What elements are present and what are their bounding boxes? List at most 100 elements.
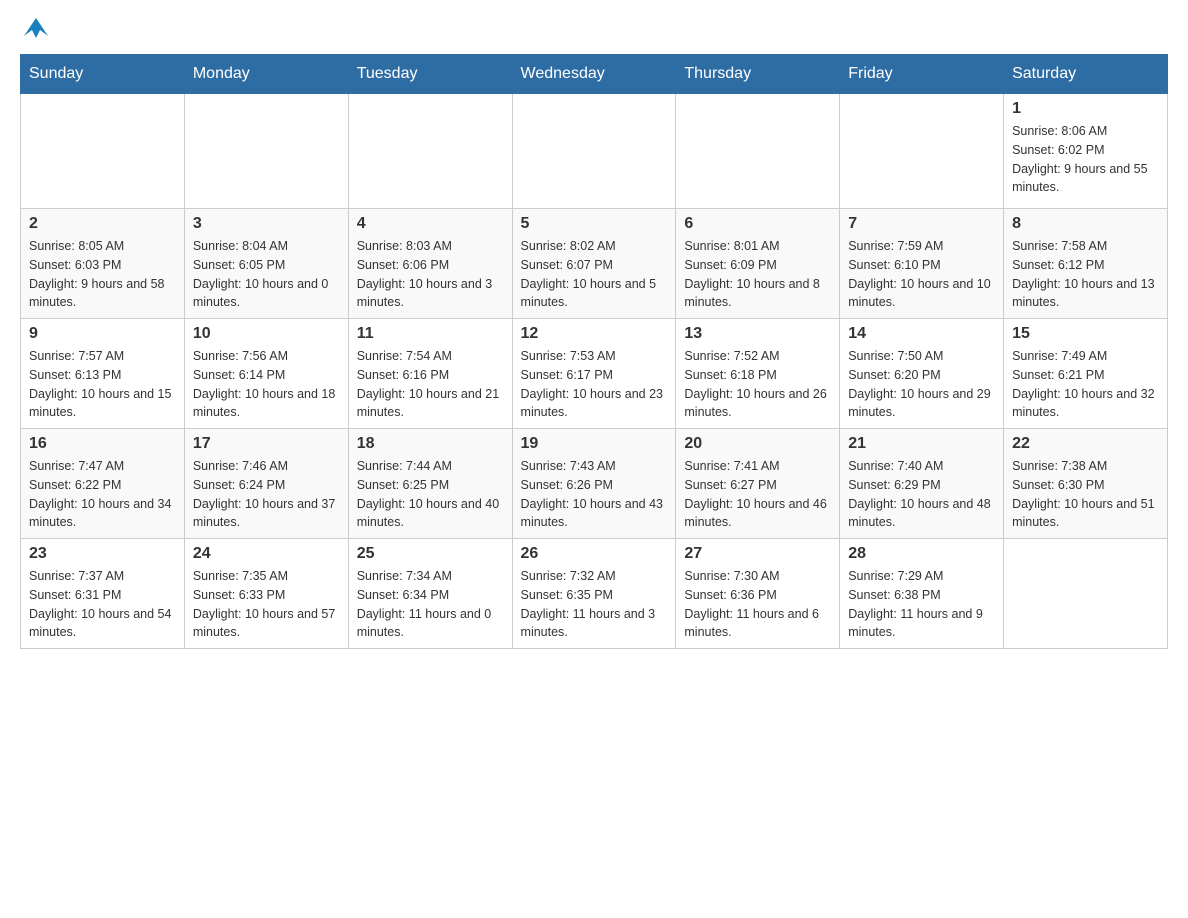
calendar-cell: 9 Sunrise: 7:57 AM Sunset: 6:13 PM Daylig… (21, 319, 185, 429)
day-number: 27 (684, 545, 831, 563)
calendar-week-5: 23 Sunrise: 7:37 AM Sunset: 6:31 PM Dayli… (21, 539, 1168, 649)
calendar-cell (184, 94, 348, 209)
calendar-cell: 25 Sunrise: 7:34 AM Sunset: 6:34 PM Dayli… (348, 539, 512, 649)
calendar-cell: 16 Sunrise: 7:47 AM Sunset: 6:22 PM Dayli… (21, 429, 185, 539)
day-number: 3 (193, 215, 340, 233)
day-number: 21 (848, 435, 995, 453)
calendar-cell: 10Sunrise: 7:56 AM Sunset: 6:14 PM Dayli… (184, 319, 348, 429)
calendar-cell: 5 Sunrise: 8:02 AM Sunset: 6:07 PM Daylig… (512, 209, 676, 319)
day-number: 16 (29, 435, 176, 453)
day-number: 25 (357, 545, 504, 563)
day-info: Sunrise: 7:29 AM Sunset: 6:38 PM Dayligh… (848, 567, 995, 642)
weekday-header-monday: Monday (184, 55, 348, 94)
day-info: Sunrise: 8:01 AM Sunset: 6:09 PM Dayligh… (684, 237, 831, 312)
day-number: 24 (193, 545, 340, 563)
day-info: Sunrise: 7:43 AM Sunset: 6:26 PM Dayligh… (521, 457, 668, 532)
calendar-cell: 12Sunrise: 7:53 AM Sunset: 6:17 PM Dayli… (512, 319, 676, 429)
day-info: Sunrise: 7:53 AM Sunset: 6:17 PM Dayligh… (521, 347, 668, 422)
weekday-header-thursday: Thursday (676, 55, 840, 94)
day-number: 15 (1012, 325, 1159, 343)
day-number: 1 (1012, 100, 1159, 118)
calendar-cell: 14 Sunrise: 7:50 AM Sunset: 6:20 PM Dayli… (840, 319, 1004, 429)
day-info: Sunrise: 7:38 AM Sunset: 6:30 PM Dayligh… (1012, 457, 1159, 532)
day-info: Sunrise: 7:46 AM Sunset: 6:24 PM Dayligh… (193, 457, 340, 532)
day-info: Sunrise: 7:52 AM Sunset: 6:18 PM Dayligh… (684, 347, 831, 422)
day-info: Sunrise: 7:30 AM Sunset: 6:36 PM Dayligh… (684, 567, 831, 642)
day-number: 20 (684, 435, 831, 453)
calendar-cell: 21 Sunrise: 7:40 AM Sunset: 6:29 PM Dayli… (840, 429, 1004, 539)
day-number: 22 (1012, 435, 1159, 453)
calendar-cell: 19 Sunrise: 7:43 AM Sunset: 6:26 PM Dayli… (512, 429, 676, 539)
logo-bird-icon (22, 16, 50, 44)
calendar-cell: 23 Sunrise: 7:37 AM Sunset: 6:31 PM Dayli… (21, 539, 185, 649)
day-info: Sunrise: 7:47 AM Sunset: 6:22 PM Dayligh… (29, 457, 176, 532)
day-info: Sunrise: 7:35 AM Sunset: 6:33 PM Dayligh… (193, 567, 340, 642)
day-number: 4 (357, 215, 504, 233)
day-number: 28 (848, 545, 995, 563)
weekday-header-tuesday: Tuesday (348, 55, 512, 94)
calendar-cell: 3 Sunrise: 8:04 AM Sunset: 6:05 PM Daylig… (184, 209, 348, 319)
day-info: Sunrise: 7:54 AM Sunset: 6:16 PM Dayligh… (357, 347, 504, 422)
weekday-header-wednesday: Wednesday (512, 55, 676, 94)
day-info: Sunrise: 8:03 AM Sunset: 6:06 PM Dayligh… (357, 237, 504, 312)
calendar-cell: 26 Sunrise: 7:32 AM Sunset: 6:35 PM Dayli… (512, 539, 676, 649)
day-number: 10 (193, 325, 340, 343)
day-info: Sunrise: 8:06 AM Sunset: 6:02 PM Dayligh… (1012, 122, 1159, 197)
day-number: 9 (29, 325, 176, 343)
calendar-cell: 8 Sunrise: 7:58 AM Sunset: 6:12 PM Daylig… (1004, 209, 1168, 319)
calendar-cell: 4 Sunrise: 8:03 AM Sunset: 6:06 PM Daylig… (348, 209, 512, 319)
day-info: Sunrise: 8:05 AM Sunset: 6:03 PM Dayligh… (29, 237, 176, 312)
calendar-cell (676, 94, 840, 209)
day-number: 11 (357, 325, 504, 343)
day-info: Sunrise: 7:59 AM Sunset: 6:10 PM Dayligh… (848, 237, 995, 312)
weekday-header-row: SundayMondayTuesdayWednesdayThursdayFrid… (21, 55, 1168, 94)
calendar-cell (21, 94, 185, 209)
day-number: 19 (521, 435, 668, 453)
day-info: Sunrise: 8:04 AM Sunset: 6:05 PM Dayligh… (193, 237, 340, 312)
day-info: Sunrise: 7:32 AM Sunset: 6:35 PM Dayligh… (521, 567, 668, 642)
calendar-cell (348, 94, 512, 209)
day-number: 26 (521, 545, 668, 563)
page-header (20, 20, 1168, 44)
calendar-cell (1004, 539, 1168, 649)
day-number: 14 (848, 325, 995, 343)
day-info: Sunrise: 7:49 AM Sunset: 6:21 PM Dayligh… (1012, 347, 1159, 422)
day-number: 8 (1012, 215, 1159, 233)
calendar-cell: 28 Sunrise: 7:29 AM Sunset: 6:38 PM Dayli… (840, 539, 1004, 649)
day-info: Sunrise: 8:02 AM Sunset: 6:07 PM Dayligh… (521, 237, 668, 312)
day-number: 23 (29, 545, 176, 563)
day-number: 13 (684, 325, 831, 343)
calendar-week-1: 1 Sunrise: 8:06 AM Sunset: 6:02 PM Daylig… (21, 94, 1168, 209)
calendar-cell: 6 Sunrise: 8:01 AM Sunset: 6:09 PM Daylig… (676, 209, 840, 319)
calendar-cell: 7 Sunrise: 7:59 AM Sunset: 6:10 PM Daylig… (840, 209, 1004, 319)
weekday-header-friday: Friday (840, 55, 1004, 94)
calendar-cell: 27 Sunrise: 7:30 AM Sunset: 6:36 PM Dayli… (676, 539, 840, 649)
day-info: Sunrise: 7:57 AM Sunset: 6:13 PM Dayligh… (29, 347, 176, 422)
day-number: 5 (521, 215, 668, 233)
weekday-header-saturday: Saturday (1004, 55, 1168, 94)
day-info: Sunrise: 7:37 AM Sunset: 6:31 PM Dayligh… (29, 567, 176, 642)
calendar-week-4: 16 Sunrise: 7:47 AM Sunset: 6:22 PM Dayli… (21, 429, 1168, 539)
calendar-cell: 1 Sunrise: 8:06 AM Sunset: 6:02 PM Daylig… (1004, 94, 1168, 209)
day-info: Sunrise: 7:58 AM Sunset: 6:12 PM Dayligh… (1012, 237, 1159, 312)
logo (20, 20, 50, 44)
calendar-week-3: 9 Sunrise: 7:57 AM Sunset: 6:13 PM Daylig… (21, 319, 1168, 429)
calendar-cell: 17 Sunrise: 7:46 AM Sunset: 6:24 PM Dayli… (184, 429, 348, 539)
day-info: Sunrise: 7:41 AM Sunset: 6:27 PM Dayligh… (684, 457, 831, 532)
day-number: 2 (29, 215, 176, 233)
calendar-cell (840, 94, 1004, 209)
day-info: Sunrise: 7:34 AM Sunset: 6:34 PM Dayligh… (357, 567, 504, 642)
calendar-cell: 13 Sunrise: 7:52 AM Sunset: 6:18 PM Dayli… (676, 319, 840, 429)
calendar-table: SundayMondayTuesdayWednesdayThursdayFrid… (20, 54, 1168, 649)
calendar-cell: 18Sunrise: 7:44 AM Sunset: 6:25 PM Dayli… (348, 429, 512, 539)
weekday-header-sunday: Sunday (21, 55, 185, 94)
day-info: Sunrise: 7:50 AM Sunset: 6:20 PM Dayligh… (848, 347, 995, 422)
day-number: 17 (193, 435, 340, 453)
day-info: Sunrise: 7:44 AM Sunset: 6:25 PM Dayligh… (357, 457, 504, 532)
calendar-week-2: 2 Sunrise: 8:05 AM Sunset: 6:03 PM Daylig… (21, 209, 1168, 319)
day-number: 6 (684, 215, 831, 233)
day-info: Sunrise: 7:40 AM Sunset: 6:29 PM Dayligh… (848, 457, 995, 532)
calendar-cell: 11 Sunrise: 7:54 AM Sunset: 6:16 PM Dayli… (348, 319, 512, 429)
calendar-cell (512, 94, 676, 209)
day-number: 7 (848, 215, 995, 233)
